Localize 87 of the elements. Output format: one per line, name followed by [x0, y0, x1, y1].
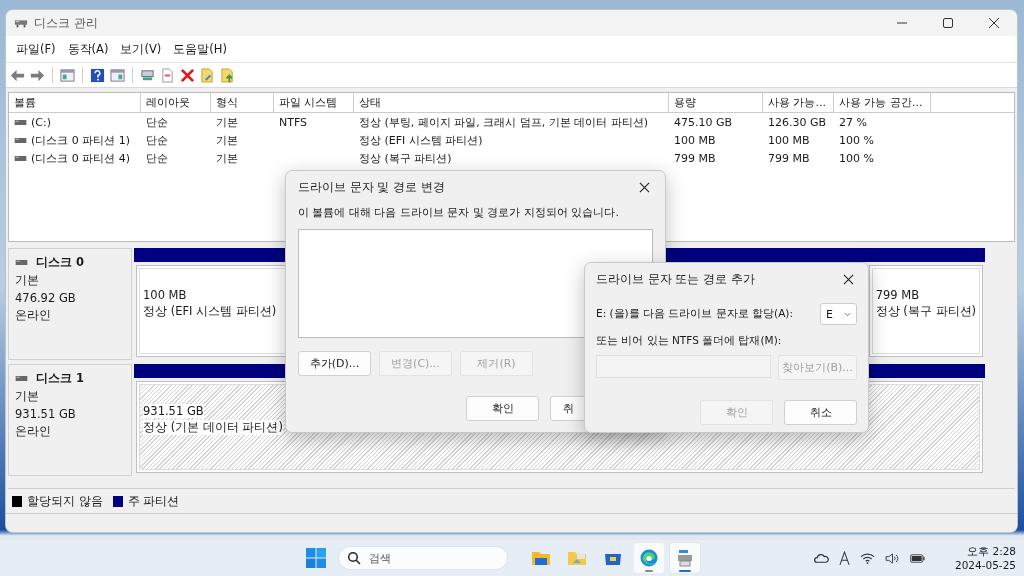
legend-label: 할당되지 않음 [27, 493, 103, 509]
table-cell: (C:) [31, 115, 51, 129]
menu-item[interactable]: 동작(A) [61, 41, 115, 57]
disk-size: 476.92 GB [15, 291, 77, 305]
drive-letter-dropdown[interactable]: E [820, 303, 857, 325]
table-cell: 단순 [146, 114, 168, 130]
table-cell: 단순 [146, 132, 168, 148]
menu-item[interactable]: 보기(V) [114, 41, 168, 57]
table-cell: 799 MB [674, 151, 716, 165]
search-field[interactable]: 검색 [338, 546, 508, 570]
column-header[interactable]: 볼륨 [9, 93, 141, 112]
forward-arrow-icon[interactable] [30, 67, 45, 83]
disk-status: 온라인 [15, 424, 52, 439]
table-cell: 정상 (복구 파티션) [359, 150, 452, 166]
field-label: E: (을)를 다음 드라이브 문자로 할당(A): [596, 307, 793, 321]
table-cell: 단순 [146, 150, 168, 166]
dialog-button[interactable]: 확인 [466, 396, 539, 421]
column-header[interactable]: 파일 시스템 [274, 93, 354, 112]
table-cell: 799 MB [768, 151, 810, 165]
document-icon[interactable] [160, 67, 175, 83]
drive-icon [14, 137, 27, 143]
maximize-icon[interactable] [942, 17, 954, 29]
table-cell: 100 % [839, 151, 874, 165]
menu-item[interactable]: 도움말(H) [167, 41, 233, 57]
table-cell: 475.10 GB [674, 115, 733, 129]
table-cell: 기본 [216, 132, 238, 148]
disk-type: 기본 [15, 273, 40, 288]
partition-status: 정상 (기본 데이터 파티션) [143, 420, 283, 435]
battery-icon[interactable] [910, 552, 925, 564]
partition-block[interactable]: 799 MB 정상 (복구 파티션) [868, 265, 983, 357]
start-icon[interactable] [306, 548, 326, 568]
chevron-down-icon[interactable] [844, 311, 851, 317]
partition-status: 정상 (EFI 시스템 파티션) [143, 304, 278, 319]
cloud-icon[interactable] [814, 552, 829, 564]
search-icon[interactable] [347, 551, 361, 565]
clock-time[interactable]: 오후 2:28 [967, 543, 1017, 558]
column-header[interactable]: 용량 [669, 93, 763, 112]
table-cell: 100 MB [768, 133, 810, 147]
connect-drive-icon[interactable] [140, 67, 155, 83]
menu-item[interactable]: 파일(F) [10, 41, 62, 57]
table-cell: 정상 (부팅, 페이지 파일, 크래시 덤프, 기본 데이터 파티션) [359, 114, 649, 130]
column-header[interactable]: 형식 [211, 93, 274, 112]
dialog-button[interactable]: 취소 [784, 400, 857, 425]
column-header[interactable]: 사용 가능... [763, 93, 834, 112]
partition-size: 100 MB [143, 288, 188, 302]
column-header[interactable]: 레이아웃 [141, 93, 211, 112]
table-cell: 기본 [216, 114, 238, 130]
table-cell: 기본 [216, 150, 238, 166]
close-icon[interactable] [988, 17, 1000, 29]
action-button[interactable]: 추가(D)... [298, 351, 371, 376]
table-cell: 126.30 GB [768, 115, 827, 129]
delete-icon[interactable] [180, 67, 195, 83]
table-cell: (디스크 0 파티션 1) [31, 132, 131, 148]
table-cell: 100 % [839, 133, 874, 147]
partition-size: 931.51 GB [143, 404, 204, 418]
console-tree-icon[interactable] [60, 67, 75, 83]
speaker-icon[interactable] [885, 552, 900, 564]
disk-type: 기본 [15, 389, 40, 404]
table-cell: NTFS [279, 115, 308, 129]
disk-status: 온라인 [15, 308, 52, 323]
partition-status: 정상 (복구 파티션) [875, 304, 976, 319]
wifi-icon[interactable] [860, 552, 875, 564]
drive-icon [14, 155, 27, 161]
table-cell: 정상 (EFI 시스템 파티션) [359, 132, 483, 148]
drive-icon [14, 119, 27, 125]
clock-date[interactable]: 2024-05-25 [955, 558, 1017, 573]
table-cell: (디스크 0 파티션 4) [31, 150, 131, 166]
disk-size: 931.51 GB [15, 407, 77, 421]
help-icon[interactable] [90, 67, 105, 83]
dialog-title: 드라이브 문자 및 경로 변경 [298, 179, 445, 195]
dialog-message: 이 볼륨에 대해 다음 드라이브 문자 및 경로가 지정되어 있습니다. [298, 205, 620, 220]
back-arrow-icon[interactable] [10, 67, 25, 83]
folder-up-icon[interactable] [220, 67, 235, 83]
field-label: 또는 비어 있는 NTFS 폴더에 탑재(M): [596, 334, 783, 348]
column-header[interactable]: 상태 [354, 93, 669, 112]
action-pane-icon[interactable] [110, 67, 125, 83]
window-title: 디스크 관리 [34, 14, 98, 32]
input-method-icon[interactable] [839, 550, 850, 566]
table-cell: 100 MB [674, 133, 716, 147]
column-header[interactable]: 사용 가능 공간... [834, 93, 931, 112]
disk-name: 디스크 0 [36, 255, 84, 270]
partition-size: 799 MB [875, 288, 921, 302]
folder-arrow-icon[interactable] [200, 67, 215, 83]
legend-label: 주 파티션 [127, 493, 180, 509]
disk-name: 디스크 1 [36, 371, 84, 386]
dialog-title: 드라이브 문자 또는 경로 추가 [596, 271, 755, 287]
table-cell: 27 % [839, 115, 867, 129]
